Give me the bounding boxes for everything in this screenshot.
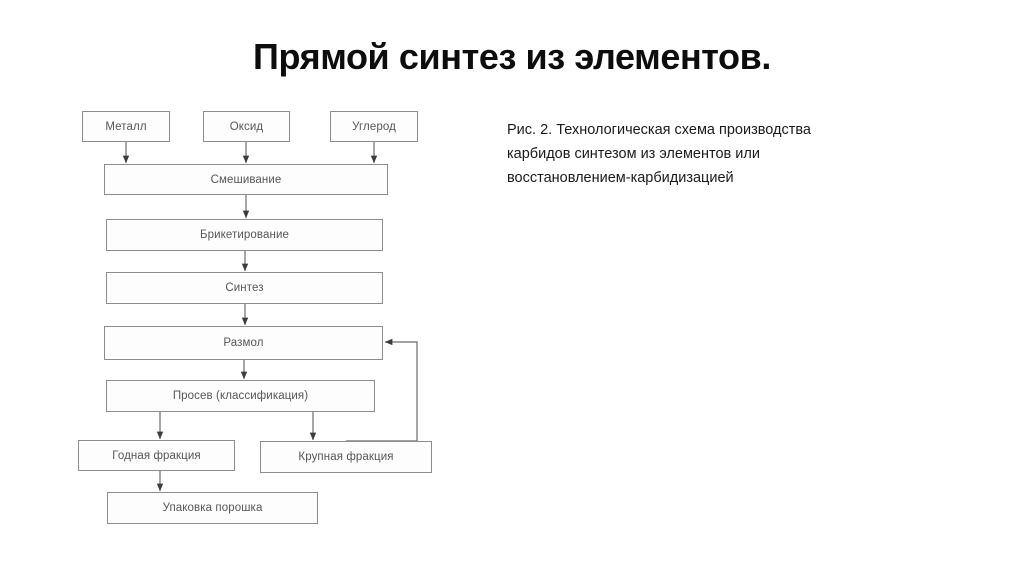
node-powder-packaging[interactable]: Упаковка порошка <box>107 492 318 524</box>
node-grinding[interactable]: Размол <box>104 326 383 360</box>
node-mixing-label: Смешивание <box>210 173 282 186</box>
node-carbon-label: Углерод <box>352 120 396 133</box>
node-metal-label: Металл <box>105 120 147 133</box>
node-carbon[interactable]: Углерод <box>330 111 418 142</box>
caption-line-2: карбидов синтезом из элементов или <box>507 146 760 162</box>
node-briquetting-label: Брикетирование <box>200 229 289 241</box>
slide-canvas: Прямой синтез из элементов. Рис. 2. Техн… <box>0 0 1024 574</box>
node-grinding-label: Размол <box>223 337 264 349</box>
node-synthesis[interactable]: Синтез <box>106 272 383 304</box>
node-oxide-label: Оксид <box>229 120 264 133</box>
caption-line-1: Рис. 2. Технологическая схема производст… <box>507 122 811 138</box>
node-mixing[interactable]: Смешивание <box>104 164 388 195</box>
node-fine-fraction[interactable]: Годная фракция <box>78 440 235 471</box>
node-briquetting[interactable]: Брикетирование <box>106 219 383 251</box>
node-sieving-label: Просев (классификация) <box>172 390 309 402</box>
node-powder-packaging-label: Упаковка порошка <box>162 502 263 514</box>
node-fine-fraction-label: Годная фракция <box>112 449 201 462</box>
caption-line-3: восстановлением-карбидизацией <box>507 170 734 186</box>
node-coarse-fraction[interactable]: Крупная фракция <box>260 441 432 473</box>
node-coarse-fraction-label: Крупная фракция <box>298 451 394 463</box>
node-sieving[interactable]: Просев (классификация) <box>106 380 375 412</box>
node-metal[interactable]: Металл <box>82 111 170 142</box>
process-flowchart: Металл Оксид Углерод Смешивание Брикетир… <box>0 0 470 574</box>
node-synthesis-label: Синтез <box>225 282 264 294</box>
figure-caption: Рис. 2. Технологическая схема производст… <box>507 118 937 190</box>
node-oxide[interactable]: Оксид <box>203 111 290 142</box>
